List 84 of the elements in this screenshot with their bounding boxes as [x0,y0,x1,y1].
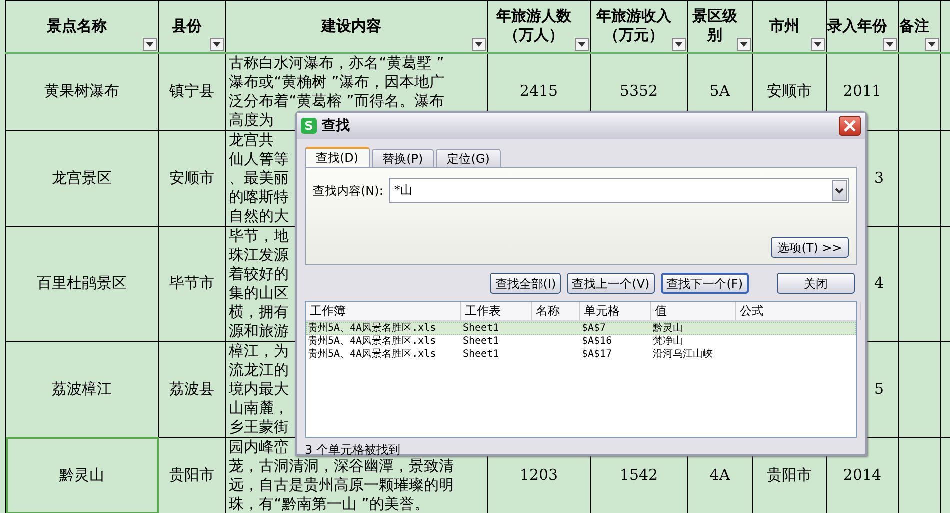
cell-text-line: 源和旅游 [229,322,289,340]
table-cell: 毕节市 [158,226,226,341]
cell-text-line: 远，自古是贵州高原一颗璀璨的明 [229,476,454,494]
dialog-title: 查找 [322,116,350,136]
caret-icon [835,188,844,194]
caret-icon [928,42,936,46]
cell-text-line: 泛分布着“黄葛榕 ”而得名。瀑布 [229,92,444,110]
filter-dropdown-button[interactable] [210,38,224,50]
filter-dropdown-button[interactable] [672,38,686,50]
find-button[interactable]: 查找上一个(V) [567,273,655,294]
cell-text-line: 乡王蒙街 [229,418,289,436]
cell-text-line: 古称白水河瀑布，亦名“黄葛墅 ” [229,54,444,72]
tab[interactable]: 替换(P) [372,149,434,167]
column-header: 备注 [898,0,940,52]
column-header: 景区级 别 [688,0,752,52]
caret-icon [578,42,586,46]
cell-text-line: 流龙江的 [229,360,289,380]
caret-icon [675,42,683,46]
column-header: 年旅游人数 （万人） [488,0,590,52]
tab[interactable]: 定位(G) [436,149,501,167]
cell-text-line: 珠，有“黔南第一山 ”的美誉。 [229,494,430,513]
table-cell[interactable]: 黄果树瀑布 [6,52,158,130]
cell-text-line: 仙人箐等 [229,150,289,168]
list-column-header[interactable]: 工作表 [461,302,532,320]
cell-text-line: 瀑布或“黄桷树 ”瀑布，因本地广 [229,72,444,92]
caret-icon [146,42,154,46]
find-button[interactable]: 查找下一个(F) [660,273,749,294]
app-logo: S [301,118,317,134]
options-button[interactable]: 选项(T) >> [771,237,849,258]
column-header: 市州 [752,0,826,52]
cell-text-line: 的喀斯特 [229,188,289,206]
caret-icon [213,42,221,46]
filter-dropdown-button[interactable] [143,38,157,50]
list-column-header[interactable]: 单元格 [580,302,651,320]
filter-dropdown-button[interactable] [883,38,897,50]
cell-text-line: 山南麓， [229,398,289,418]
table-cell: 荔波县 [158,341,226,437]
search-field[interactable]: *山 [389,178,849,203]
table-cell: 安顺市 [158,130,226,226]
list-column-header[interactable]: 工作簿 [306,302,461,320]
list-column-header[interactable]: 公式 [736,302,861,320]
column-header: 景点名称 [6,0,158,52]
cell-text-line: 毕节，地 [229,226,289,246]
status-text: 3 个单元格被找到 [305,442,402,458]
caret-icon [886,42,894,46]
close-button[interactable] [839,116,861,136]
cell-text-line: 樟江，为 [229,342,289,360]
table-cell[interactable]: 百里杜鹃景区 [6,226,158,341]
close-dialog-button[interactable]: 关闭 [777,273,855,294]
caret-icon [740,42,748,46]
column-header: 录入年份 [826,0,898,52]
filter-dropdown-button[interactable] [925,38,939,50]
filter-dropdown-button[interactable] [575,38,589,50]
cell-text-line: 珠江发源 [229,246,289,264]
column-header: 建设内容 [226,0,488,52]
list-column-header[interactable]: 值 [651,302,736,320]
filter-dropdown-button[interactable] [811,38,825,50]
filter-dropdown-button[interactable] [737,38,751,50]
column-header: 县份 [158,0,226,52]
cell-text-line: 、最美丽 [229,168,289,188]
tab[interactable]: 查找(D) [305,147,370,167]
cell-text-line: 茏，古洞清洞，深谷幽潭，景致清 [229,456,454,476]
cell-text-line: 龙宫共 [229,130,274,150]
close-icon [844,120,856,132]
list-column-header[interactable]: 名称 [532,302,580,320]
cell-text-line: 境内最大 [229,380,289,398]
cell-text-line: 自然的大 [229,206,289,226]
cell-text-line: 横，拥有 [229,302,289,322]
cell-text-line: 集的山区 [229,284,289,302]
column-header: 年旅游收入 （万元） [590,0,688,52]
caret-icon [814,42,822,46]
result-row[interactable]: 贵州5A、4A风景名胜区.xls Sheet1 $A$7 黔灵山 [306,322,856,335]
cell-text-line: 着较好的 [229,264,289,284]
table-cell[interactable]: 黔灵山 [6,437,158,513]
table-cell[interactable]: 荔波樟江 [6,341,158,437]
table-cell[interactable]: 龙宫景区 [6,130,158,226]
caret-icon [475,42,483,46]
find-button[interactable]: 查找全部(I) [490,273,562,294]
table-cell: 镇宁县 [158,52,226,130]
field-label: 查找内容(N): [313,182,384,200]
filter-dropdown-button[interactable] [472,38,486,50]
dropdown-button[interactable] [832,180,847,201]
cell-text-line: 高度为 [229,110,274,130]
cell-text-line: 园内峰峦 [229,438,289,456]
